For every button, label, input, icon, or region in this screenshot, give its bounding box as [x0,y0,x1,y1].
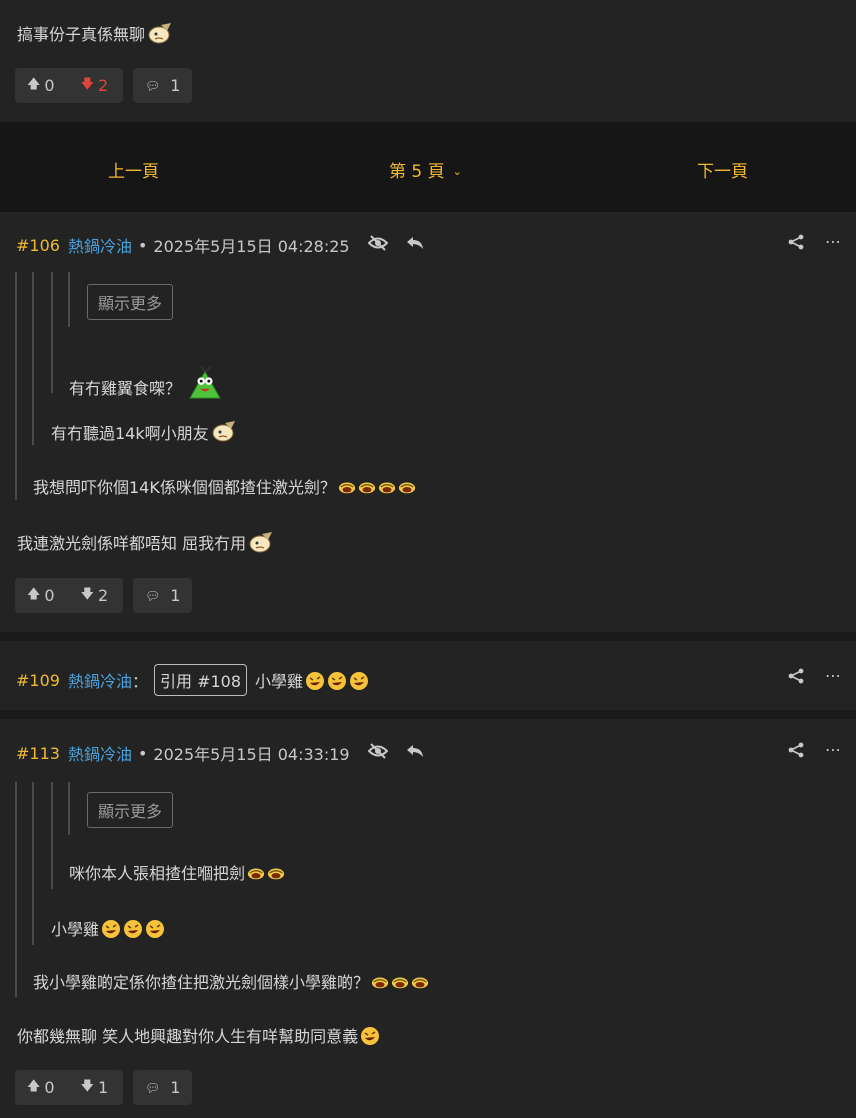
quote-text: 我想問吓你個14K係咪個個都揸住激光劍？ [33,474,416,498]
username-link[interactable]: 熱鍋冷油 [68,233,132,257]
pagination-bar: 上一頁 第 5 頁 ⌄ 下一頁 [0,122,856,212]
post-body: 我連激光劍係咩都唔知 屈我冇用 [17,530,274,555]
post-body: 你都幾無聊 笑人地興趣對你人生有咩幫助同意義 [17,1023,380,1047]
quote-bar [32,782,34,945]
thumb-up-icon: 🡅 [27,586,41,602]
share-icon[interactable] [788,234,804,254]
quote-text: 我小學雞啲定係你揸住把激光劍個樣小學雞啲？ [33,969,429,993]
hide-icon[interactable] [367,743,389,763]
facepalm-emoji-icon [211,421,237,443]
downvote-button[interactable]: 🡇 2 [81,585,109,607]
laugh-emoji-icon [338,479,356,495]
facepalm-emoji-icon [147,22,173,46]
post-separator [0,632,856,641]
comments-button[interactable]: 💬︎ 1 [133,1070,192,1105]
separator-dot: • [137,743,148,763]
hide-icon[interactable] [367,235,389,255]
thumb-down-icon: 🡇 [80,586,94,602]
laugh-emoji-icon [398,479,416,495]
comments-button[interactable]: 💬︎ 1 [133,578,192,613]
quote-text: 有冇雞翼食㗎？ [69,366,227,400]
post-votes: 🡅 0 🡇 2 💬︎ 1 [15,578,192,613]
thumb-up-icon: 🡅 [27,76,41,92]
comment-icon: 💬︎ [145,588,161,603]
reply-icon[interactable] [406,743,424,763]
laugh-emoji-icon [247,865,265,881]
post-number[interactable]: #113 [16,744,60,763]
post-number[interactable]: #109 [16,671,60,690]
upvote-button[interactable]: 🡅 0 [27,1077,55,1099]
post-timestamp: 2025年5月15日 04:33:19 [153,745,350,764]
comment-icon: 💬︎ [145,1080,161,1095]
laugh-emoji-icon [378,479,396,495]
post-separator [0,710,856,719]
thumb-down-icon: 🡇 [80,1078,94,1094]
post-header: #106 熱鍋冷油 • 2025年5月15日 04:28:25 [16,233,424,257]
colon: ： [131,672,148,691]
quote-bar [51,272,53,393]
prev-page-link[interactable]: 上一頁 [108,157,159,182]
rolling-laugh-emoji-icon [327,671,347,691]
page-selector[interactable]: 第 5 頁 ⌄ [389,157,462,182]
quote-bar [68,272,70,327]
post-timestamp: 2025年5月15日 04:28:25 [153,237,350,256]
rolling-laugh-emoji-icon [101,919,121,939]
laugh-emoji-icon [267,865,285,881]
quote-reference-chip[interactable]: 引用 #108 [153,664,248,696]
vote-box: 🡅 0 🡇 2 [15,68,123,103]
next-page-link[interactable]: 下一頁 [697,157,748,182]
rolling-laugh-emoji-icon [360,1026,380,1046]
more-icon[interactable]: ⋯ [825,740,841,759]
post-header: #109 熱鍋冷油 ： 引用 #108 小學雞 [16,664,369,696]
vote-box: 🡅 0 🡇 1 [15,1070,123,1105]
quote-bar [51,782,53,889]
more-icon[interactable]: ⋯ [825,666,841,685]
show-more-button[interactable]: 顯示更多 [87,792,174,828]
quote-bar [68,782,70,835]
rolling-laugh-emoji-icon [123,919,143,939]
upvote-button[interactable]: 🡅 0 [27,75,55,97]
post-number[interactable]: #106 [16,236,60,255]
laugh-emoji-icon [411,974,429,990]
share-icon[interactable] [788,742,804,762]
laugh-emoji-icon [371,974,389,990]
post-body-text: 搞事份子真係無聊 [17,25,146,44]
chevron-down-icon: ⌄ [452,165,462,178]
rolling-laugh-emoji-icon [145,919,165,939]
quote-text: 有冇聽過14k啊小朋友 [51,420,237,444]
share-icon[interactable] [788,668,804,688]
downvote-button[interactable]: 🡇 2 [81,75,109,97]
separator-dot: • [137,235,148,255]
quote-bar [32,272,34,445]
comment-icon: 💬︎ [145,78,161,93]
username-link[interactable]: 熱鍋冷油 [68,741,132,765]
quote-text: 咪你本人張相揸住嗰把劍 [69,860,285,884]
downvote-button[interactable]: 🡇 1 [81,1077,109,1099]
laugh-emoji-icon [358,479,376,495]
post-body: 小學雞 [255,668,369,692]
quote-bar [15,782,17,997]
thumb-down-icon: 🡇 [80,76,94,92]
quote-text: 小學雞 [51,916,165,940]
laugh-emoji-icon [391,974,409,990]
quote-bar [15,272,17,500]
post-votes: 🡅 0 🡇 1 💬︎ 1 [15,1070,192,1105]
post-header: #113 熱鍋冷油 • 2025年5月15日 04:33:19 [16,741,424,765]
top-post-votes: 🡅 0 🡇 2 💬︎ 1 [15,68,192,103]
more-icon[interactable]: ⋯ [825,232,841,251]
upvote-button[interactable]: 🡅 0 [27,585,55,607]
top-post-body: 搞事份子真係無聊 [17,21,173,46]
reply-icon[interactable] [406,235,424,255]
show-more-button[interactable]: 顯示更多 [87,284,174,320]
green-monster-emoji-icon [183,366,227,400]
username-link[interactable]: 熱鍋冷油 [68,668,132,692]
facepalm-emoji-icon [248,531,274,555]
rolling-laugh-emoji-icon [305,671,325,691]
thumb-up-icon: 🡅 [27,1078,41,1094]
vote-box: 🡅 0 🡇 2 [15,578,123,613]
rolling-laugh-emoji-icon [349,671,369,691]
comments-button[interactable]: 💬︎ 1 [133,68,192,103]
